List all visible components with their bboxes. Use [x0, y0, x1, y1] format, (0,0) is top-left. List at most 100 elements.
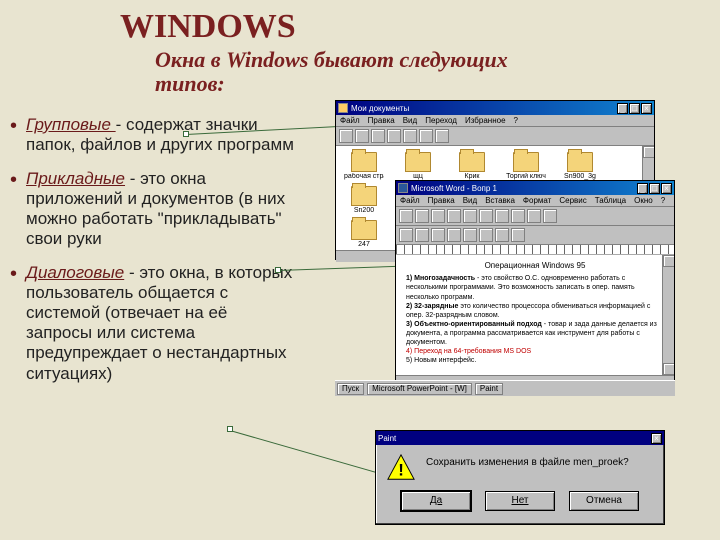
word-titlebar[interactable]: Microsoft Word - Вопр 1 _ □ × [396, 181, 674, 195]
toolbar-button[interactable] [495, 228, 509, 242]
close-button[interactable]: × [661, 183, 672, 194]
bullet-item: Диалоговые - это окна, в которых пользов… [8, 263, 298, 383]
toolbar-button[interactable] [355, 129, 369, 143]
scrollbar[interactable] [662, 255, 674, 375]
menu-item[interactable]: Правка [368, 116, 395, 125]
folder-item[interactable]: Крик [452, 152, 492, 180]
bullet-list: Групповые - содержат значки папок, файло… [8, 115, 298, 398]
connector-handle [227, 426, 233, 432]
toolbar-button[interactable] [339, 129, 353, 143]
explorer-title: Мои документы [351, 104, 409, 113]
menu-item[interactable]: Переход [425, 116, 457, 125]
cancel-button[interactable]: Отмена [569, 491, 639, 511]
folder-item[interactable]: рабочая стра [344, 152, 384, 180]
menu-item[interactable]: Файл [340, 116, 360, 125]
minimize-button[interactable]: _ [617, 103, 628, 114]
folder-icon [351, 220, 377, 240]
page-subtitle: Окна в Windows бывают следующих типов: [155, 48, 535, 96]
yes-button[interactable]: Да [401, 491, 471, 511]
menu-item[interactable]: Избранное [465, 116, 506, 125]
word-window: Microsoft Word - Вопр 1 _ □ × Файл Правк… [395, 180, 675, 380]
word-toolbar [396, 207, 674, 226]
menu-item[interactable]: Вставка [485, 196, 515, 205]
toolbar-button[interactable] [447, 228, 461, 242]
folder-icon [459, 152, 485, 172]
toolbar-button[interactable] [495, 209, 509, 223]
bullet-term: Прикладные [26, 169, 125, 188]
folder-icon [405, 152, 431, 172]
folder-icon [351, 186, 377, 206]
bullet-term: Групповые [26, 115, 116, 134]
toolbar-button[interactable] [435, 129, 449, 143]
doc-paragraph: 2) 32-зарядные это количество процессора… [406, 302, 664, 320]
no-button[interactable]: Нет [485, 491, 555, 511]
toolbar-button[interactable] [415, 209, 429, 223]
word-document[interactable]: Операционная Windows 95 1) Многозадачнос… [396, 255, 674, 375]
folder-item[interactable]: 247 [344, 220, 384, 248]
toolbar-button[interactable] [447, 209, 461, 223]
folder-label: щц [398, 173, 438, 180]
taskbar-item[interactable]: Paint [475, 383, 503, 395]
toolbar-button[interactable] [399, 209, 413, 223]
menu-item[interactable]: Вид [403, 116, 417, 125]
folder-item[interactable]: Sn200 [344, 186, 384, 214]
explorer-titlebar[interactable]: Мои документы _ □ × [336, 101, 654, 115]
folder-label: 247 [344, 241, 384, 248]
toolbar-button[interactable] [371, 129, 385, 143]
folder-item[interactable]: щц [398, 152, 438, 180]
toolbar-button[interactable] [479, 228, 493, 242]
close-button[interactable]: × [651, 433, 662, 444]
menu-item[interactable]: Окно [634, 196, 653, 205]
toolbar-button[interactable] [511, 209, 525, 223]
minimize-button[interactable]: _ [637, 183, 648, 194]
toolbar-button[interactable] [511, 228, 525, 242]
menu-item[interactable]: Формат [523, 196, 551, 205]
menu-item[interactable]: Правка [428, 196, 455, 205]
menu-item[interactable]: Таблица [595, 196, 626, 205]
taskbar[interactable]: Пуск Microsoft PowerPoint - [W] Paint [335, 380, 675, 396]
maximize-button[interactable]: □ [629, 103, 640, 114]
doc-paragraph: 4) Переход на 64-требования MS DOS [406, 347, 664, 356]
toolbar-button[interactable] [479, 209, 493, 223]
dialog-message: Сохранить изменения в файле men_proek? [426, 453, 629, 468]
toolbar-button[interactable] [419, 129, 433, 143]
folder-item[interactable]: Торгий ключ [506, 152, 546, 180]
toolbar-button[interactable] [431, 228, 445, 242]
taskbar-item[interactable]: Microsoft PowerPoint - [W] [367, 383, 472, 395]
toolbar-button[interactable] [415, 228, 429, 242]
bullet-term: Диалоговые [26, 263, 124, 282]
dialog-window: Paint × ! Сохранить изменения в файле me… [375, 430, 665, 525]
folder-icon [567, 152, 593, 172]
toolbar-button[interactable] [527, 209, 541, 223]
bullet-item: Групповые - содержат значки папок, файло… [8, 115, 298, 155]
menu-item[interactable]: ? [661, 196, 665, 205]
menu-item[interactable]: Вид [463, 196, 477, 205]
explorer-toolbar [336, 127, 654, 146]
maximize-button[interactable]: □ [649, 183, 660, 194]
start-button[interactable]: Пуск [337, 383, 364, 395]
toolbar-button[interactable] [463, 228, 477, 242]
word-menubar[interactable]: Файл Правка Вид Вставка Формат Сервис Та… [396, 195, 674, 207]
svg-text:!: ! [398, 461, 404, 480]
toolbar-button[interactable] [387, 129, 401, 143]
explorer-menubar[interactable]: Файл Правка Вид Переход Избранное ? [336, 115, 654, 127]
doc-paragraph: 3) Объектно-ориентированный подход - тов… [406, 320, 664, 347]
word-toolbar-2 [396, 226, 674, 245]
dialog-titlebar[interactable]: Paint × [376, 431, 664, 445]
toolbar-button[interactable] [431, 209, 445, 223]
menu-item[interactable]: ? [514, 116, 518, 125]
menu-item[interactable]: Файл [400, 196, 420, 205]
warning-icon: ! [386, 453, 416, 483]
folder-label: Торгий ключ [506, 173, 546, 180]
page-title: WINDOWS [120, 8, 296, 46]
close-button[interactable]: × [641, 103, 652, 114]
toolbar-button[interactable] [399, 228, 413, 242]
dialog-title: Paint [378, 434, 396, 443]
toolbar-button[interactable] [543, 209, 557, 223]
toolbar-button[interactable] [403, 129, 417, 143]
word-icon [398, 183, 408, 193]
menu-item[interactable]: Сервис [559, 196, 586, 205]
toolbar-button[interactable] [463, 209, 477, 223]
ruler[interactable] [396, 245, 674, 255]
folder-item[interactable]: Sn900_3g [560, 152, 600, 180]
